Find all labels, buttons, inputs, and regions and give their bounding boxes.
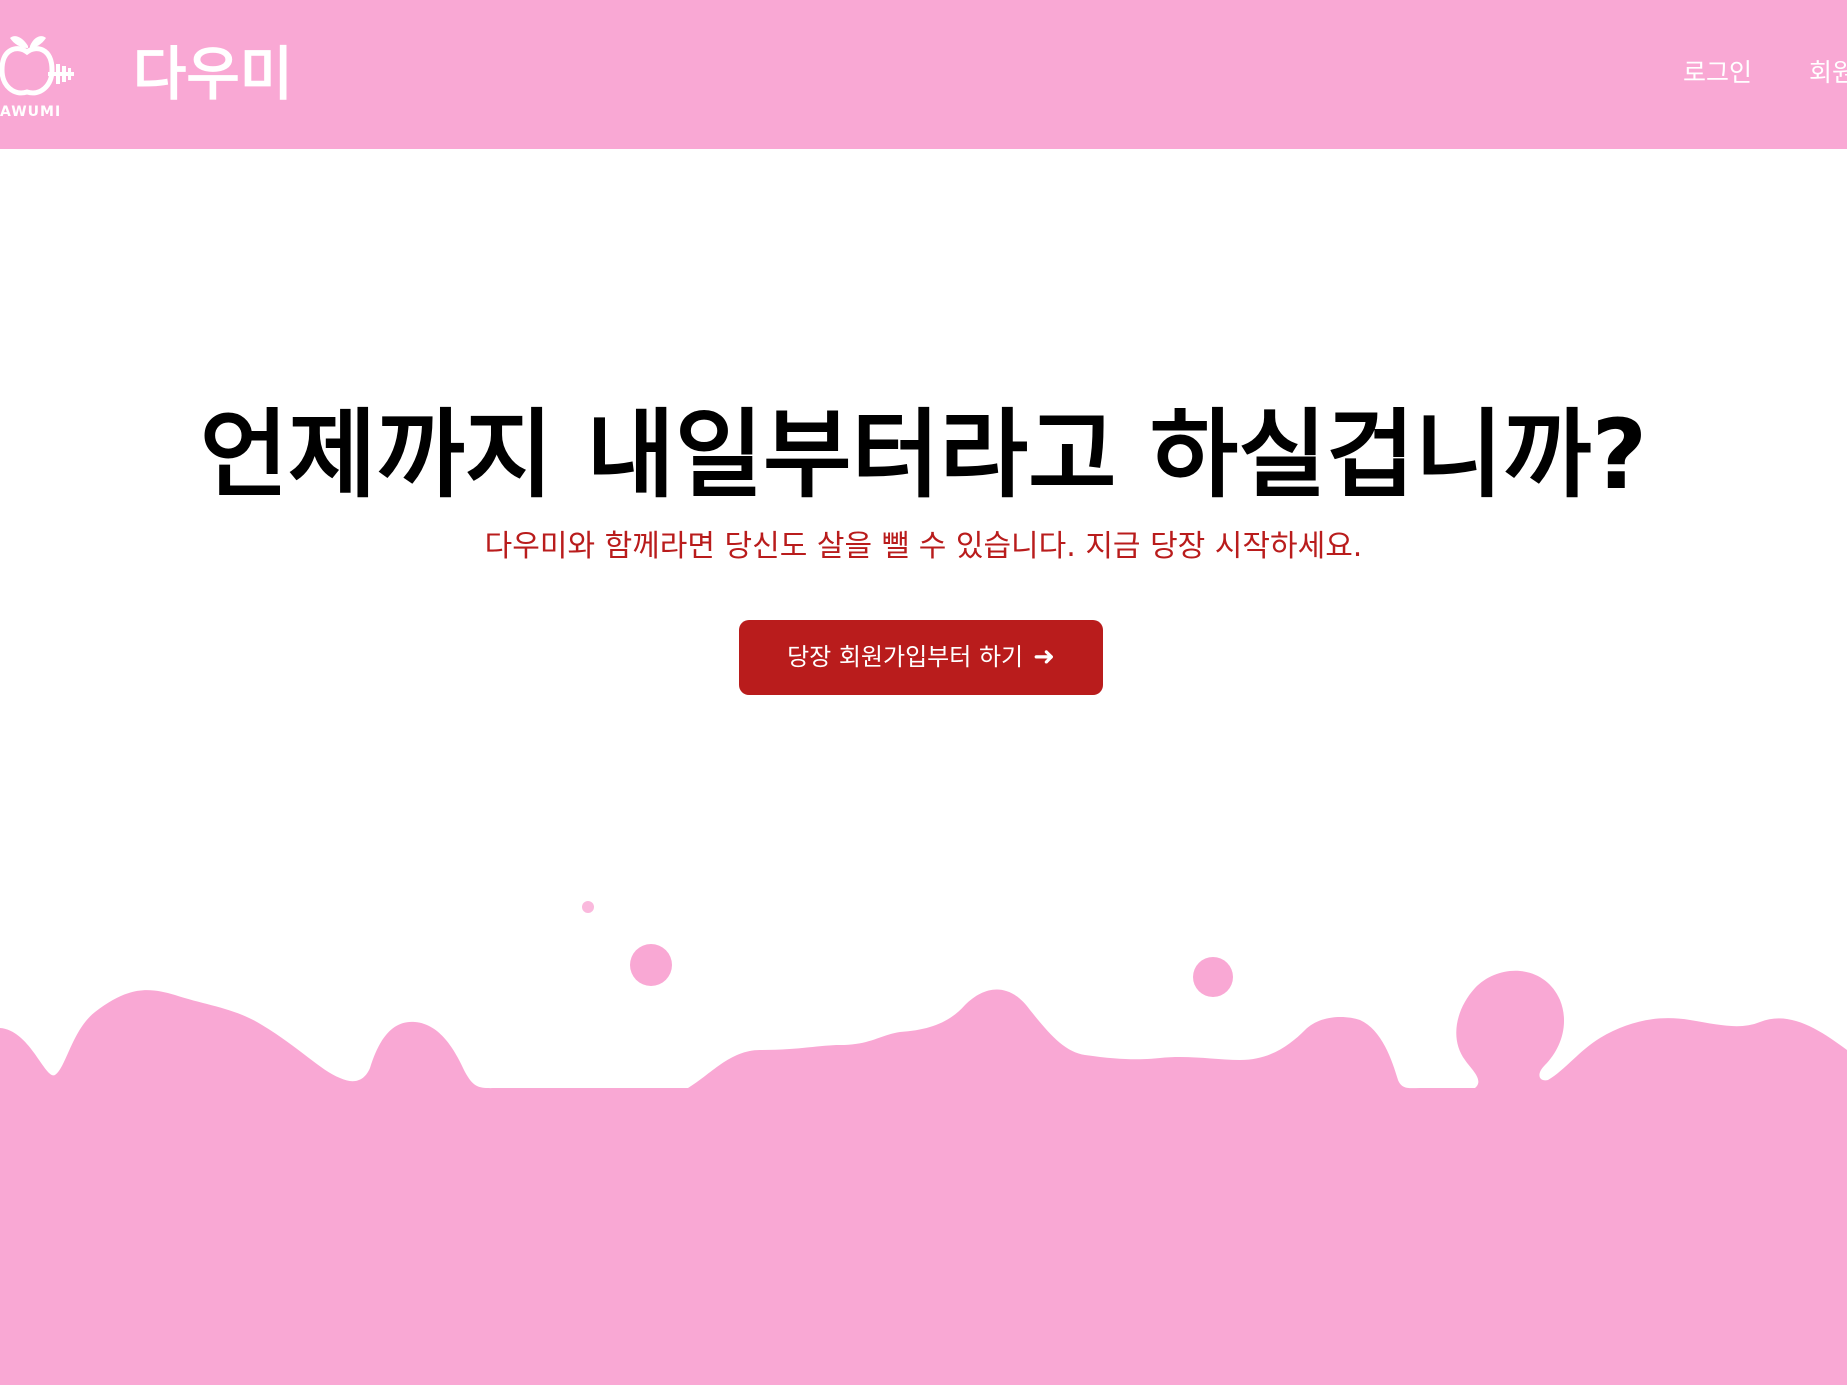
bubble-large [630, 944, 672, 986]
bubble-medium [1193, 957, 1233, 997]
pink-wave-decoration [0, 901, 1847, 1385]
wave-shape [0, 970, 1847, 1385]
bubble-small [582, 901, 594, 913]
